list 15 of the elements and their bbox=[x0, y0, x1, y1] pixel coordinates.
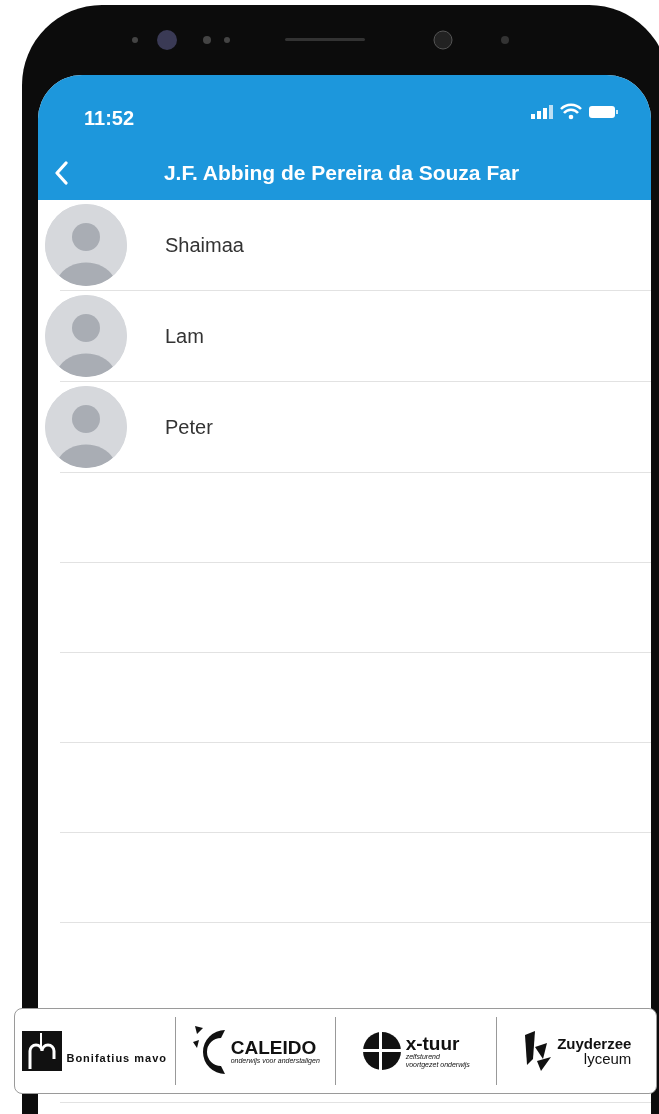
contact-name: Lam bbox=[165, 324, 204, 349]
contact-row[interactable]: Peter bbox=[38, 382, 651, 472]
logo-text: lyceum bbox=[583, 1051, 632, 1066]
contact-name: Peter bbox=[165, 415, 213, 440]
contact-row[interactable]: Shaimaa bbox=[38, 200, 651, 290]
logo-wordmark: CALEIDO bbox=[230, 1037, 318, 1057]
logo-wordmark: x-tuur bbox=[405, 1033, 461, 1053]
contact-name: Shaimaa bbox=[165, 233, 244, 258]
back-icon[interactable] bbox=[54, 160, 68, 185]
status-time: 11:52 bbox=[84, 106, 135, 131]
logo-text: Bonifatius mavo bbox=[66, 1052, 168, 1064]
contact-row[interactable]: Lam bbox=[38, 291, 651, 381]
letter-mark-icon bbox=[22, 1031, 63, 1071]
nav-title: J.F. Abbing de Pereira da Souza Far bbox=[162, 159, 521, 186]
quartered-circle-icon bbox=[361, 1031, 402, 1071]
